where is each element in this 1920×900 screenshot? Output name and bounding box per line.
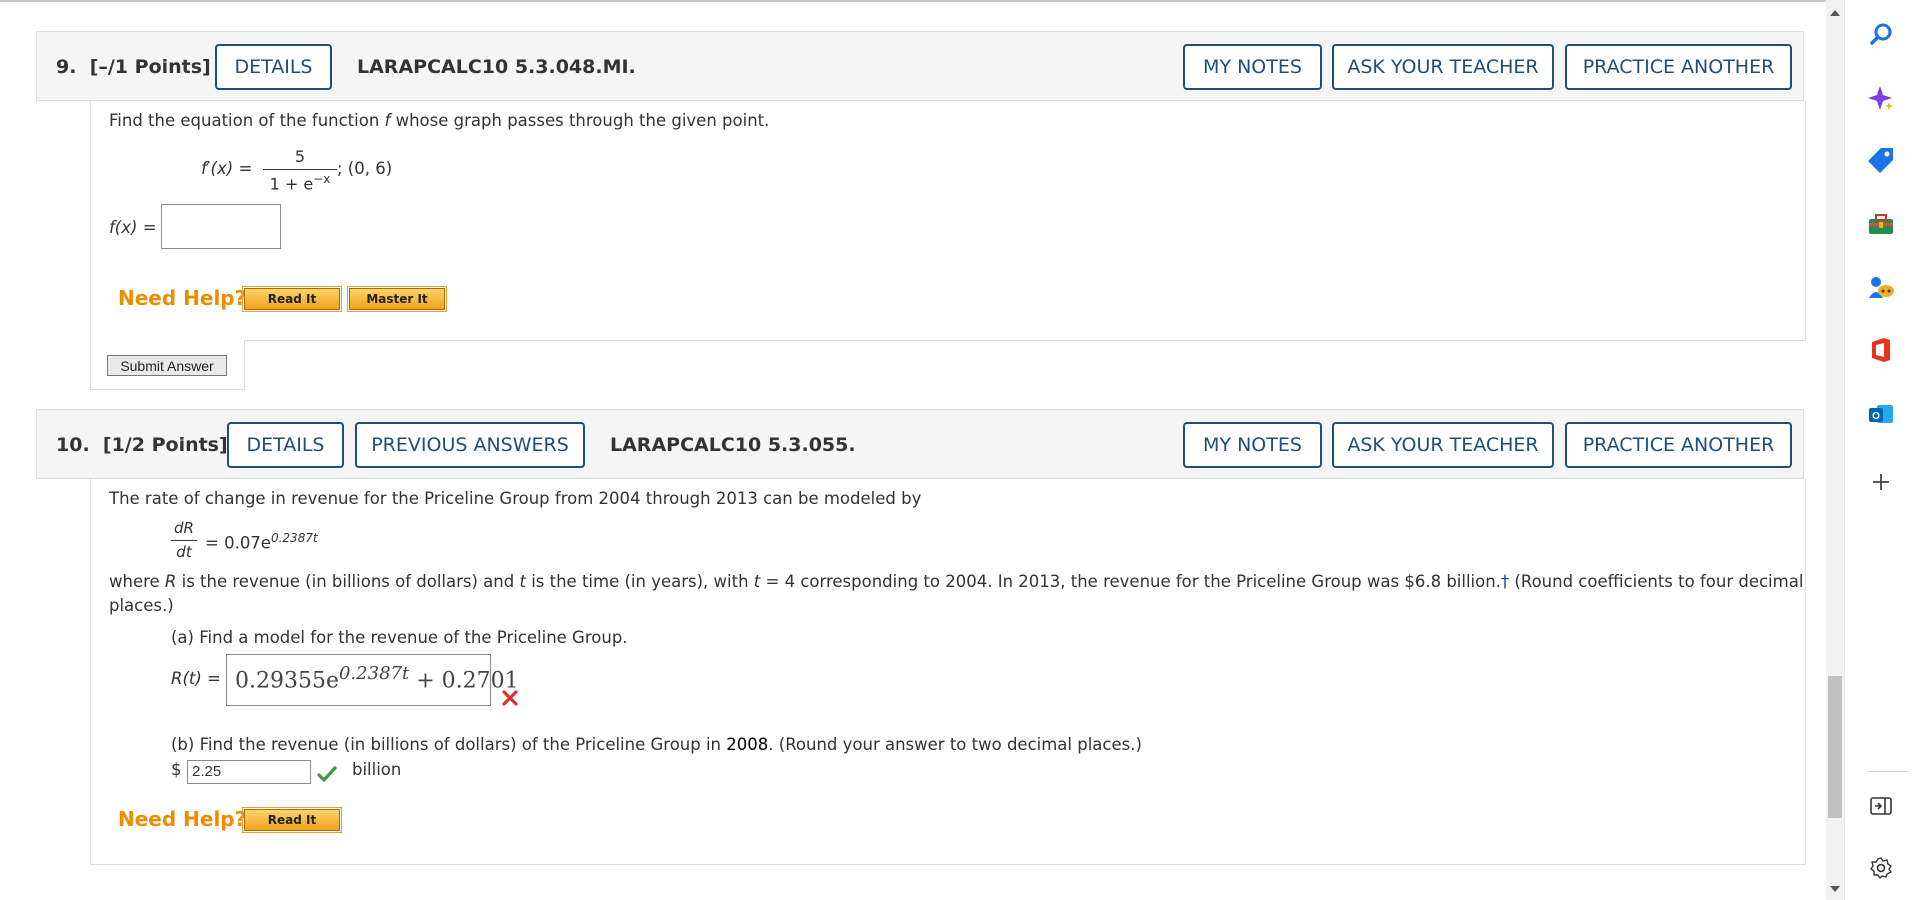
ask-your-teacher-button[interactable]: ASK YOUR TEACHER [1332,44,1554,90]
settings-icon[interactable] [1867,854,1895,882]
office-icon[interactable] [1867,336,1895,364]
footnote-dagger[interactable]: † [1501,572,1509,591]
submit-area: Submit Answer [90,340,245,390]
add-icon[interactable] [1867,468,1895,496]
question-10-intro: The rate of change in revenue for the Pr… [109,489,922,508]
scroll-thumb[interactable] [1828,676,1842,818]
question-10-header: 10. [1/2 Points] DETAILS PREVIOUS ANSWER… [36,409,1804,479]
question-9-body: Find the equation of the function f whos… [90,101,1806,341]
billion-unit: billion [352,760,402,779]
derivative-point: ; (0, 6) [337,159,393,178]
scroll-down-arrow[interactable] [1830,886,1840,892]
correct-check-icon [317,765,337,783]
fx-answer-input[interactable] [161,204,281,249]
question-10-description: where R is the revenue (in billions of d… [109,572,1804,591]
tools-icon[interactable] [1867,210,1895,238]
shopping-tag-icon[interactable] [1867,146,1895,174]
practice-another-button[interactable]: PRACTICE ANOTHER [1565,44,1792,90]
question-10-body: The rate of change in revenue for the Pr… [90,479,1806,865]
part-b-answer-input[interactable]: 2.25 [187,760,311,784]
previous-answers-button[interactable]: PREVIOUS ANSWERS [355,422,585,468]
vertical-scrollbar[interactable] [1826,0,1844,900]
master-it-button[interactable]: Master It [347,286,447,312]
derivative-fraction: 5 1 + e−x [263,147,337,193]
my-notes-button[interactable]: MY NOTES [1183,44,1322,90]
details-button[interactable]: DETAILS [215,44,332,90]
rt-label: R(t) = [171,669,221,688]
question-9-header: 9. [–/1 Points] DETAILS LARAPCALC10 5.3.… [36,31,1804,101]
outlook-icon[interactable]: O [1867,400,1895,428]
derivative-lhs: f′(x) = [201,159,253,178]
submit-answer-button[interactable]: Submit Answer [107,355,227,376]
question-9-instruction: Find the equation of the function f whos… [109,111,770,130]
games-icon[interactable] [1867,274,1895,302]
rate-fraction: dR dt [171,519,197,561]
sidebar-toggle-icon[interactable] [1867,792,1895,820]
question-10-code: LARAPCALC10 5.3.055. [610,434,856,456]
need-help-label: Need Help? [118,807,247,831]
question-9-code: LARAPCALC10 5.3.048.MI. [357,56,636,78]
ask-your-teacher-button[interactable]: ASK YOUR TEACHER [1332,422,1554,468]
browser-sidebar: O [1844,0,1920,900]
my-notes-button[interactable]: MY NOTES [1183,422,1322,468]
page-content: 9. [–/1 Points] DETAILS LARAPCALC10 5.3.… [0,0,1826,900]
rate-rhs: = 0.07e0.2387t [205,531,318,553]
fx-label: f(x) = [109,218,157,237]
part-a-prompt: (a) Find a model for the revenue of the … [171,628,628,647]
practice-another-button[interactable]: PRACTICE ANOTHER [1565,422,1792,468]
details-button[interactable]: DETAILS [227,422,344,468]
read-it-button[interactable]: Read It [242,807,342,833]
part-a-answer-input[interactable]: 0.29355e0.2387t + 0.2701 [226,654,519,706]
search-icon[interactable] [1867,20,1895,48]
sidebar-divider [1867,771,1909,772]
incorrect-icon [501,689,519,707]
svg-text:O: O [1872,411,1880,422]
need-help-label: Need Help? [118,286,247,310]
question-10-number: 10. [1/2 Points] [56,434,228,456]
question-9-number: 9. [–/1 Points] [56,56,211,78]
copilot-icon[interactable] [1867,84,1895,112]
part-b-prompt: (b) Find the revenue (in billions of dol… [171,735,1142,754]
dollar-sign: $ [171,760,182,779]
read-it-button[interactable]: Read It [242,286,342,312]
scroll-up-arrow[interactable] [1830,10,1840,16]
question-10-description-line2: places.) [109,596,174,615]
top-border [0,0,1826,2]
